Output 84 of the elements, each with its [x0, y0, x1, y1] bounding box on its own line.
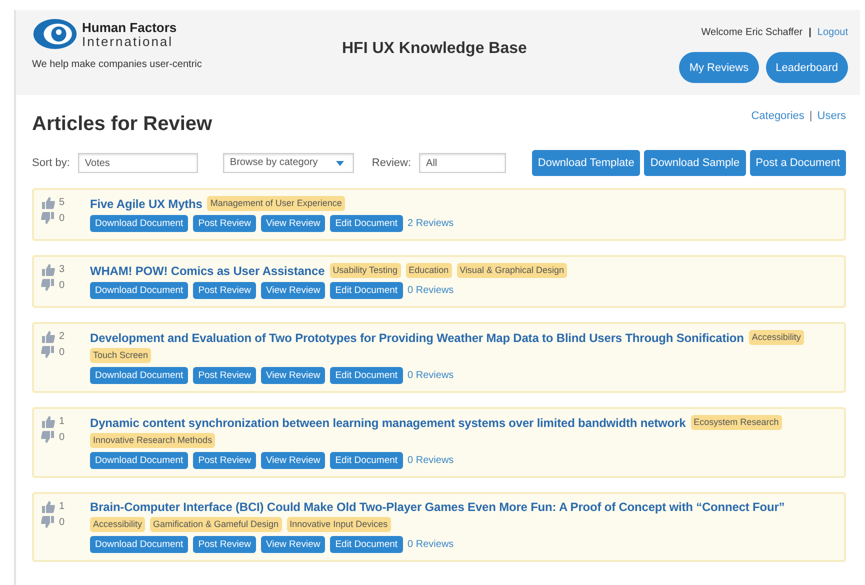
- brand-name: International: [82, 34, 174, 48]
- nav-link[interactable]: Categories: [751, 110, 804, 122]
- brand-name: Human Factors: [82, 20, 177, 34]
- sort-field[interactable]: Votes: [78, 153, 198, 173]
- thumbs-down-icon: [41, 279, 55, 292]
- article-title[interactable]: Brain-Computer Interface (BCI) Could Make Old Two-Player Games Even More Fun: A Proof of Concept with “Connect Four”: [90, 500, 785, 514]
- article-button[interactable]: Edit Document: [330, 215, 403, 232]
- vote-count: 5: [59, 197, 65, 208]
- category-tag: Visual & Graphical Design: [456, 263, 567, 278]
- article-button[interactable]: Post Review: [193, 536, 256, 553]
- article-button[interactable]: Edit Document: [330, 282, 403, 299]
- article-button[interactable]: Edit Document: [330, 536, 403, 553]
- category-tag: Innovative Research Methods: [90, 433, 216, 448]
- nav-link[interactable]: Users: [817, 110, 846, 122]
- article-button[interactable]: View Review: [261, 282, 326, 299]
- thumbs-up-icon: [41, 500, 55, 513]
- category-tag: Usability Testing: [330, 263, 401, 278]
- vote-count: 1: [59, 416, 65, 427]
- article-button[interactable]: Edit Document: [330, 367, 403, 384]
- reviews-link[interactable]: 2 Reviews: [408, 218, 454, 229]
- thumbs-up-icon: [41, 330, 55, 343]
- reviews-link[interactable]: 0 Reviews: [408, 285, 454, 296]
- article-button[interactable]: Download Document: [90, 215, 188, 232]
- category-tag: Accessibility: [90, 517, 146, 532]
- logout-link[interactable]: Logout: [817, 27, 848, 38]
- vote-count: 0: [59, 280, 65, 291]
- article-button[interactable]: Download Document: [90, 282, 188, 299]
- welcome-text: Welcome Eric Schaffer: [701, 27, 803, 38]
- category-tag: Gamification & Gameful Design: [150, 517, 282, 532]
- category-tag: Accessibility: [748, 330, 804, 345]
- site-title: HFI UX Knowledge Base: [341, 40, 528, 58]
- article-button[interactable]: View Review: [261, 452, 326, 469]
- tagline: We help make companies user-centric: [32, 59, 203, 70]
- action-button[interactable]: Post a Document: [750, 150, 846, 176]
- category-tag: Education: [406, 263, 452, 278]
- page-heading: Articles for Review: [32, 113, 212, 136]
- article-button[interactable]: Download Document: [90, 452, 188, 469]
- article-button[interactable]: Download Document: [90, 536, 188, 553]
- vote-count: 3: [59, 264, 65, 275]
- field-label: Review:: [372, 157, 412, 169]
- category-tag: Touch Screen: [90, 348, 152, 363]
- article-button[interactable]: View Review: [261, 215, 326, 232]
- vote-count: 2: [59, 331, 65, 342]
- category-tag: Management of User Experience: [207, 196, 345, 211]
- category-tag: Ecosystem Research: [690, 415, 782, 430]
- category-dropdown[interactable]: Browse by category: [222, 153, 354, 173]
- article-button[interactable]: Post Review: [193, 452, 256, 469]
- article-button[interactable]: Post Review: [193, 282, 256, 299]
- thumbs-up-icon: [41, 263, 55, 276]
- reviews-link[interactable]: 0 Reviews: [408, 539, 454, 550]
- vote-count: 0: [59, 517, 65, 528]
- article-button[interactable]: View Review: [261, 367, 326, 384]
- vote-count: 1: [59, 501, 65, 512]
- vote-count: 0: [59, 213, 65, 224]
- vote-count: 0: [59, 347, 65, 358]
- article-button[interactable]: Edit Document: [330, 452, 403, 469]
- article-button[interactable]: Post Review: [193, 215, 256, 232]
- article-button[interactable]: View Review: [261, 536, 326, 553]
- article-title[interactable]: Dynamic content synchronization between learning management systems over limited bandwidth network: [90, 416, 686, 430]
- reviews-link[interactable]: 0 Reviews: [408, 370, 454, 381]
- article-button[interactable]: Post Review: [193, 367, 256, 384]
- separator: |: [809, 110, 812, 122]
- caret-icon: [336, 160, 344, 166]
- thumbs-down-icon: [41, 431, 55, 444]
- reviews-link[interactable]: 0 Reviews: [408, 455, 454, 466]
- article-title[interactable]: WHAM! POW! Comics as User Assistance: [90, 264, 325, 278]
- thumbs-up-icon: [41, 415, 55, 428]
- article-title[interactable]: Development and Evaluation of Two Prototypes for Providing Weather Map Data to Blind Users Through Sonification: [90, 330, 744, 344]
- action-button[interactable]: Download Sample: [644, 150, 746, 176]
- thumbs-up-icon: [41, 196, 55, 209]
- thumbs-down-icon: [41, 212, 55, 225]
- review-field[interactable]: All: [419, 153, 506, 173]
- article-button[interactable]: Download Document: [90, 367, 188, 384]
- action-button[interactable]: Download Template: [532, 150, 640, 176]
- thumbs-down-icon: [41, 346, 55, 359]
- thumbs-down-icon: [41, 516, 55, 529]
- eye-logo-icon: [32, 18, 78, 50]
- field-label: Sort by:: [32, 157, 70, 169]
- category-tag: Innovative Input Devices: [286, 517, 391, 532]
- header-button[interactable]: My Reviews: [679, 52, 759, 83]
- header-button[interactable]: Leaderboard: [766, 52, 848, 83]
- vote-count: 0: [59, 432, 65, 443]
- article-title[interactable]: Five Agile UX Myths: [90, 196, 202, 210]
- separator: |: [808, 27, 812, 38]
